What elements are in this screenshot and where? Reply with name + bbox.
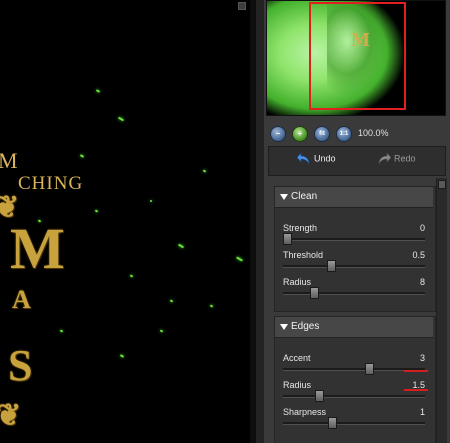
slider-thumb[interactable] xyxy=(326,260,336,272)
sharpness-slider-row: Sharpness 1 xyxy=(281,405,427,431)
zoom-out-icon[interactable]: – xyxy=(270,126,286,142)
particle xyxy=(95,89,101,93)
adjustment-sections: Clean Strength 0 Threshold 0.5 Radius 8 … xyxy=(270,182,436,443)
canvas-logo-mid: A xyxy=(12,285,31,314)
fit-screen-icon[interactable]: fit xyxy=(314,126,330,142)
redo-icon xyxy=(378,153,391,165)
navigator-thumbnail[interactable]: M xyxy=(266,0,446,116)
collapse-triangle-icon xyxy=(280,194,288,200)
slider-track[interactable] xyxy=(283,422,425,425)
redo-label: Redo xyxy=(394,153,416,164)
canvas-ornament: ❦ xyxy=(0,399,22,432)
highlight-underline-bottom xyxy=(404,389,428,391)
canvas-text-line1: M xyxy=(0,148,19,173)
zoom-in-icon[interactable]: + xyxy=(292,126,308,142)
canvas-text-line2: CHING xyxy=(18,173,84,194)
slider-value[interactable]: 3 xyxy=(420,353,425,363)
slider-label: Radius xyxy=(283,380,312,390)
slider-label: Threshold xyxy=(283,250,324,260)
particle xyxy=(149,199,153,203)
edge-radius-slider-row: Radius 1.5 xyxy=(281,378,427,404)
slider-value[interactable]: 1 xyxy=(420,407,425,417)
particle xyxy=(209,304,214,308)
clean-section: Clean Strength 0 Threshold 0.5 Radius 8 xyxy=(274,186,436,312)
navigator-dark-area xyxy=(408,1,445,115)
slider-track[interactable] xyxy=(283,265,425,268)
slider-value[interactable]: 0 xyxy=(420,223,425,233)
slider-thumb[interactable] xyxy=(309,287,319,299)
navigator-viewport-rect[interactable] xyxy=(309,2,406,110)
image-preview-canvas[interactable]: M CHING M A S ❦ ❦ xyxy=(0,0,256,443)
scrollbar-thumb[interactable] xyxy=(438,180,446,189)
slider-track[interactable] xyxy=(283,395,425,398)
panel-divider[interactable] xyxy=(256,0,264,443)
slider-label: Accent xyxy=(283,353,311,363)
section-title: Edges xyxy=(291,321,320,332)
slider-track[interactable] xyxy=(283,238,425,241)
undo-icon xyxy=(297,153,310,165)
slider-thumb[interactable] xyxy=(283,233,292,245)
particle xyxy=(94,209,99,213)
accent-slider-row: Accent 3 xyxy=(281,351,427,377)
slider-label: Strength xyxy=(283,223,318,233)
canvas-ornament-top: ❦ xyxy=(0,191,20,224)
edges-section: Edges Accent 3 Radius 1.5 Sharpness 1 xyxy=(274,316,436,443)
slider-thumb[interactable] xyxy=(314,390,324,402)
slider-track[interactable] xyxy=(283,292,425,295)
particle xyxy=(117,116,125,122)
particle xyxy=(79,154,85,158)
section-title: Clean xyxy=(291,191,318,202)
canvas-corner-button[interactable] xyxy=(238,2,246,10)
slider-value[interactable]: 8 xyxy=(420,277,425,287)
undo-button[interactable]: Undo xyxy=(297,153,336,169)
particle xyxy=(129,274,134,278)
threshold-slider-row: Threshold 0.5 xyxy=(281,248,427,274)
panel-scrollbar[interactable] xyxy=(436,178,447,443)
edges-section-header[interactable]: Edges xyxy=(275,317,433,338)
clean-section-header[interactable]: Clean xyxy=(275,187,433,208)
radius-slider-row: Radius 8 xyxy=(281,275,427,301)
actual-size-icon[interactable]: 1:1 xyxy=(336,126,352,142)
particle xyxy=(169,299,174,303)
history-bar: Undo Redo xyxy=(268,146,446,176)
highlight-underline-top xyxy=(404,370,428,372)
slider-label: Radius xyxy=(283,277,312,287)
undo-label: Undo xyxy=(314,153,336,164)
zoom-controls: – + fit 1:1 100.0% xyxy=(266,124,444,144)
particle xyxy=(159,329,164,333)
particle xyxy=(59,329,64,333)
slider-thumb[interactable] xyxy=(328,417,338,429)
particle xyxy=(235,256,244,262)
redo-button[interactable]: Redo xyxy=(377,153,416,169)
particle xyxy=(119,354,125,358)
collapse-triangle-icon xyxy=(280,324,288,330)
slider-value[interactable]: 0.5 xyxy=(412,250,425,260)
particle xyxy=(202,169,207,173)
particle xyxy=(177,243,185,249)
zoom-level: 100.0% xyxy=(358,128,389,138)
slider-thumb[interactable] xyxy=(365,363,375,375)
slider-label: Sharpness xyxy=(283,407,327,417)
strength-slider-row: Strength 0 xyxy=(281,221,427,247)
canvas-logo-small: S xyxy=(8,341,33,390)
canvas-logo-big: M xyxy=(10,216,65,281)
